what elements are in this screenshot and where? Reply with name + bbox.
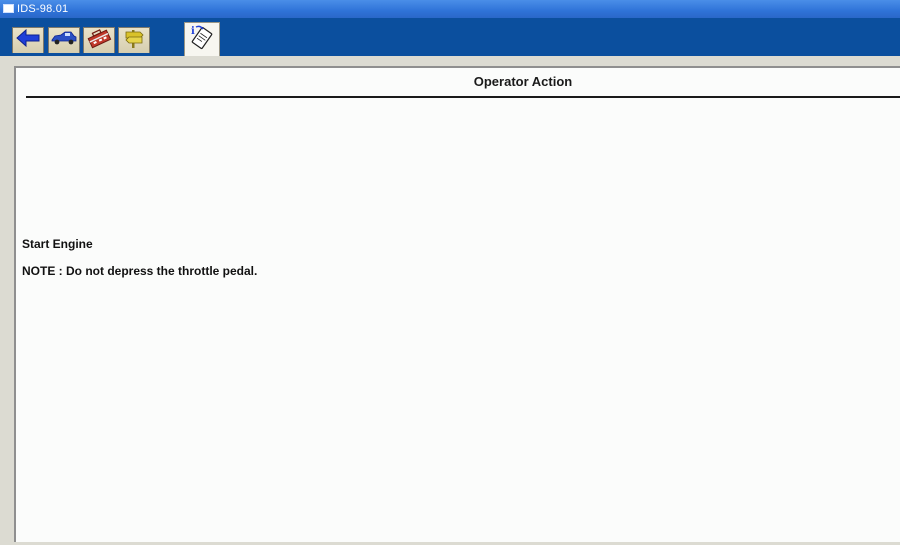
signpost-icon (122, 27, 146, 54)
title-bar: IDS-98.01 (0, 0, 900, 18)
content-frame: Operator Action Start Engine NOTE : Do n… (0, 56, 900, 545)
application-window: IDS-98.01 i Operator Action Start Engine… (0, 0, 900, 545)
window-title: IDS-98.01 (17, 3, 69, 15)
tab-toolbox[interactable] (83, 27, 115, 53)
header-divider (26, 96, 900, 98)
svg-text:i: i (191, 26, 195, 37)
back-arrow-icon (15, 28, 41, 53)
instruction-throttle-note: NOTE : Do not depress the throttle pedal… (22, 264, 258, 278)
toolbar: i (0, 18, 900, 56)
tab-vehicle[interactable] (48, 27, 80, 53)
operator-action-panel: Operator Action Start Engine NOTE : Do n… (14, 66, 900, 542)
vehicle-icon (50, 29, 78, 52)
tab-back[interactable] (12, 27, 44, 53)
tab-navigation[interactable] (118, 27, 150, 53)
tab-info[interactable]: i (184, 22, 220, 56)
instruction-start-engine: Start Engine (22, 237, 93, 251)
info-icon: i (188, 23, 216, 56)
app-icon (3, 4, 14, 13)
toolbox-icon (86, 27, 112, 54)
panel-header: Operator Action (473, 74, 573, 89)
